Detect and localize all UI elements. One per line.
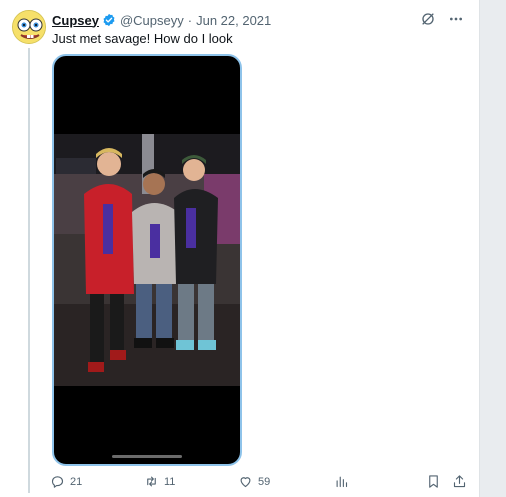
home-indicator xyxy=(112,455,182,458)
heart-icon xyxy=(240,477,251,488)
tweet-card[interactable]: Cupsey @Cupseyy · Jun 22, 2021 Just met xyxy=(0,0,480,497)
tweet-header: Cupsey @Cupseyy · Jun 22, 2021 xyxy=(52,11,271,29)
share-icon xyxy=(453,475,466,488)
analytics-icon xyxy=(336,476,348,488)
more-icon[interactable] xyxy=(447,10,465,28)
avatar[interactable] xyxy=(12,10,46,44)
like-button[interactable]: 59 xyxy=(238,474,270,489)
avatar-image xyxy=(13,11,45,43)
bookmark-button[interactable] xyxy=(426,474,441,489)
share-button[interactable] xyxy=(452,474,467,489)
reply-icon xyxy=(51,476,64,488)
retweet-button[interactable]: 11 xyxy=(144,474,175,489)
bookmark-icon xyxy=(429,475,438,488)
tweet-text: Just met savage! How do I look xyxy=(52,31,233,46)
tweet-media[interactable] xyxy=(52,54,242,466)
display-name[interactable]: Cupsey xyxy=(52,13,99,28)
like-count: 59 xyxy=(258,475,271,488)
header-actions xyxy=(419,10,465,28)
grok-icon[interactable] xyxy=(419,10,437,28)
thread-line xyxy=(28,48,30,493)
user-handle[interactable]: @Cupseyy xyxy=(120,13,184,28)
verified-badge-icon xyxy=(102,13,116,27)
tweet-action-bar: 21 11 59 xyxy=(50,474,470,492)
retweet-count: 11 xyxy=(164,475,176,488)
reply-button[interactable]: 21 xyxy=(50,474,82,489)
retweet-icon xyxy=(147,476,156,487)
tweet-date[interactable]: Jun 22, 2021 xyxy=(196,13,271,28)
page-gutter xyxy=(480,0,506,497)
views-button[interactable] xyxy=(334,474,349,489)
reply-count: 21 xyxy=(70,475,83,488)
tweet-photo xyxy=(54,134,240,386)
separator-dot: · xyxy=(187,12,193,28)
